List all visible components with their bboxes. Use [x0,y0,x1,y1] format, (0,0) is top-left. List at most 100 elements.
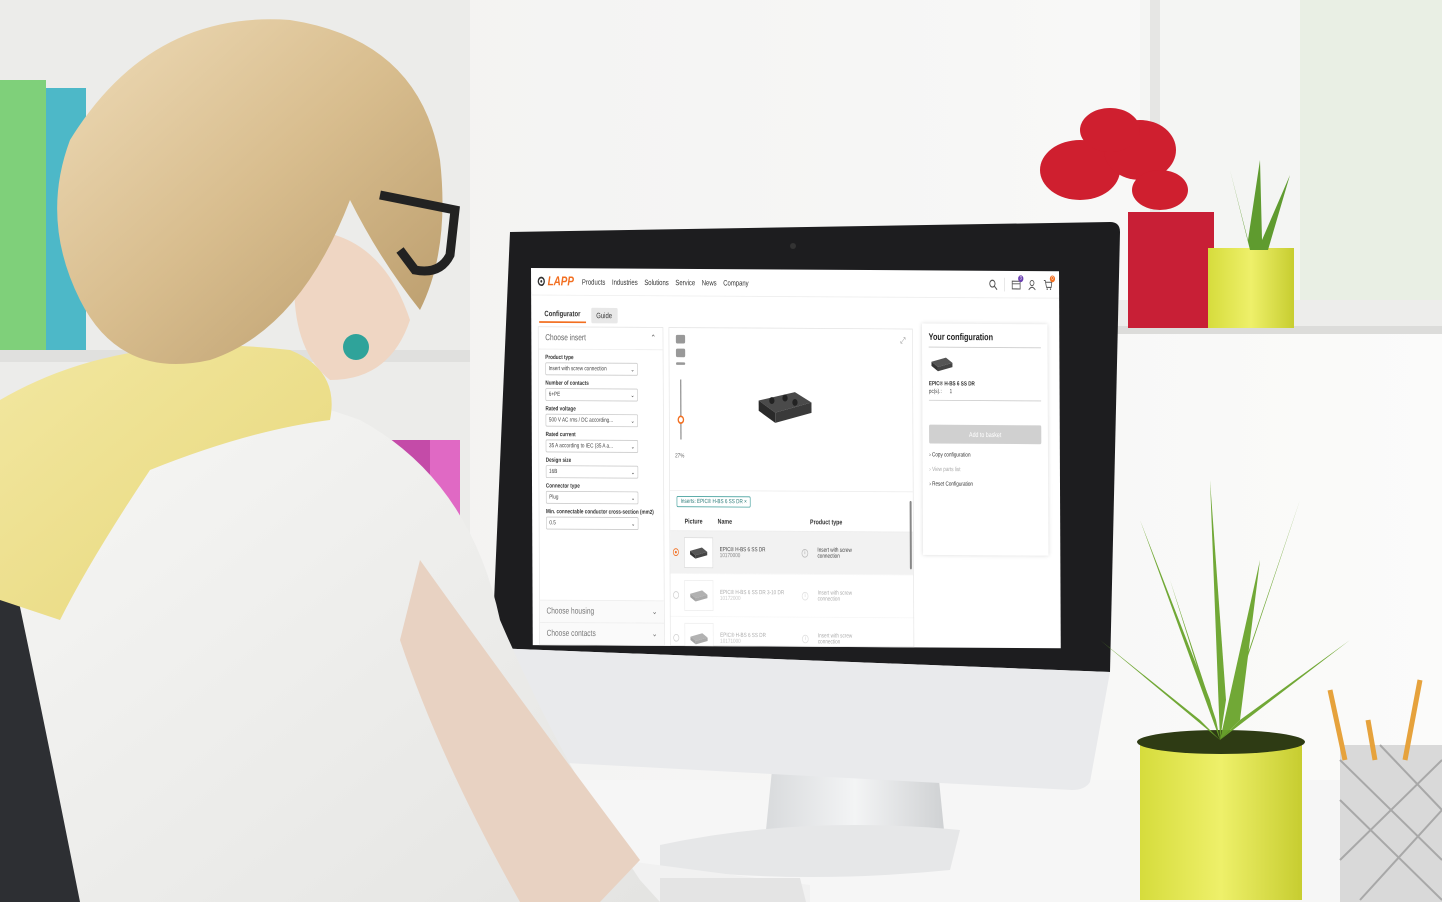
column-header-picture: Picture [684,517,703,526]
number-of-contacts-select[interactable]: 6+PE ⌄ [545,388,638,402]
info-icon[interactable]: i [801,591,809,601]
table-row[interactable]: EPIC® H-BS 6 SS DR 10170000 i Insert wit… [670,530,914,575]
chevron-down-icon: ⌄ [651,607,658,617]
table-row[interactable]: EPIC® H-BS 6 SS DR 10171000 i Insert wit… [670,615,914,649]
select-value: Insert with screw connection [548,365,607,373]
fullscreen-icon[interactable]: ⤢ [900,336,905,345]
nav-item-company[interactable]: Company [723,278,748,287]
filter-number-of-contacts: Number of contacts 6+PE ⌄ [539,380,663,402]
product-thumbnail [684,536,714,568]
3d-viewer[interactable]: 27% ⤢ [669,327,913,493]
results-table-header: Picture Name Product type [670,512,913,531]
compare-icon[interactable]: 3 [1011,274,1024,290]
nav-item-solutions[interactable]: Solutions [644,278,668,287]
zoom-slider-track[interactable] [680,379,682,440]
filter-connector-type: Connector type Plug ⌄ [539,483,663,505]
search-icon[interactable] [988,278,998,290]
field-label: Number of contacts [545,380,589,387]
product-thumbnail [684,622,714,649]
quantity-value: 1 [949,388,953,395]
top-navigation: LAPP Products Industries Solutions Servi… [531,268,1060,299]
tab-guide[interactable]: Guide [590,307,618,324]
min-cross-section-select[interactable]: 0.5 ⌄ [546,516,639,531]
product-type-cell: Insert with screw connection [817,546,852,560]
filter-min-cross-section: Min. connectable conductor cross-section… [539,508,663,531]
chevron-down-icon: ⌄ [631,469,635,476]
tab-configurator[interactable]: Configurator [539,305,586,324]
quantity-label: pc(s).: [928,388,942,395]
nav-item-service[interactable]: Service [675,278,695,287]
choose-insert-header[interactable]: Choose insert ⌃ [538,327,663,351]
nav-item-products[interactable]: Products [582,277,605,286]
rated-voltage-select[interactable]: 500 V AC rms / DC according... ⌄ [545,413,638,428]
nav-item-news[interactable]: News [702,278,717,287]
field-label: Min. connectable conductor cross-section… [545,508,654,516]
row-radio[interactable] [672,548,679,556]
chevron-down-icon: ⌄ [631,520,636,528]
product-viewer-panel: 27% ⤢ Inserts: EPIC® H-BS 6 SS DR × Pict… [668,327,915,649]
select-value: 0.5 [549,520,556,527]
info-icon[interactable]: i [801,634,809,643]
chevron-down-icon: ⌄ [631,495,636,502]
reset-configuration-link[interactable]: › Reset Configuration [929,481,1041,488]
filter-product-type: Product type Insert with screw connectio… [539,355,663,376]
configured-quantity: pc(s).: 1 [928,388,1042,402]
chevron-down-icon: ⌄ [651,629,658,639]
chevron-up-icon: ⌃ [650,333,657,344]
brand-name: LAPP [547,274,575,289]
accordion-label: Choose housing [546,606,595,617]
chevron-down-icon: ⌄ [630,418,635,425]
filter-rated-current: Rated current 35 A according to IEC (35 … [539,432,663,453]
column-header-name: Name [717,517,733,526]
copy-configuration-link[interactable]: › Copy configuration [929,452,1041,459]
table-row[interactable]: EPIC® H-BS 6 SS DR 3-10 DR 10172000 i In… [670,573,914,618]
nav-item-industries[interactable]: Industries [612,277,638,286]
thumbnail[interactable] [675,348,686,358]
product-thumbnail [684,579,714,611]
filter-rated-voltage: Rated voltage 500 V AC rms / DC accordin… [539,406,663,428]
row-radio[interactable] [673,591,680,599]
connector-type-select[interactable]: Plug ⌄ [545,490,639,505]
configurator-body: Choose insert ⌃ Product type Insert with… [531,323,1060,649]
choose-housing-accordion[interactable]: Choose housing ⌄ [539,599,664,623]
row-name-cell: EPIC® H-BS 6 SS DR 3-10 DR 10172000 [720,589,793,601]
select-value: Plug [549,494,559,501]
configured-item-name: EPIC® H-BS 6 SS DR [928,380,975,388]
info-icon[interactable]: i [801,548,809,558]
insert-filter-panel: Choose insert ⌃ Product type Insert with… [537,326,665,646]
lapp-logo[interactable]: LAPP [537,274,575,289]
select-value: 16B [549,468,558,475]
product-name: EPIC® H-BS 6 SS DR 3-10 DR [719,589,785,596]
photo-scene: LAPP Products Industries Solutions Servi… [0,0,1442,902]
product-code: 10170000 [719,552,741,559]
thumbnail[interactable] [675,362,686,365]
add-to-basket-button[interactable]: Add to basket [929,424,1042,445]
configuration-title: Your configuration [928,332,1041,349]
field-label: Connector type [545,483,580,490]
active-filter-chip[interactable]: Inserts: EPIC® H-BS 6 SS DR × [676,495,751,508]
accordion-label: Choose contacts [546,628,596,639]
view-thumbnails [675,334,687,370]
zoom-slider-handle[interactable] [677,415,685,425]
choose-insert-title: Choose insert [545,333,586,343]
product-code: 10171000 [720,638,741,645]
design-size-select[interactable]: 16B ⌄ [545,465,639,479]
column-header-product-type: Product type [810,518,843,527]
field-label: Design size [545,457,572,464]
select-value: 500 V AC rms / DC according... [548,417,614,424]
rated-current-select[interactable]: 35 A according to IEC (35 A a... ⌄ [545,439,639,453]
choose-contacts-accordion[interactable]: Choose contacts ⌄ [539,621,665,646]
cart-icon[interactable]: 0 [1043,275,1056,290]
row-name-cell: EPIC® H-BS 6 SS DR 10171000 [720,632,793,644]
user-icon[interactable] [1027,278,1036,290]
results-scrollbar[interactable] [909,500,912,570]
field-label: Product type [545,354,574,361]
product-type-cell: Insert with screw connection [817,589,853,602]
product-type-select[interactable]: Insert with screw connection ⌄ [545,362,638,376]
thumbnail[interactable] [675,334,686,344]
select-value: 35 A according to IEC (35 A a... [548,442,613,450]
row-radio[interactable] [673,633,680,642]
view-parts-list-link[interactable]: › View parts list [929,467,1041,474]
link-label: Copy configuration [931,452,971,459]
product-code: 10172000 [719,595,741,602]
